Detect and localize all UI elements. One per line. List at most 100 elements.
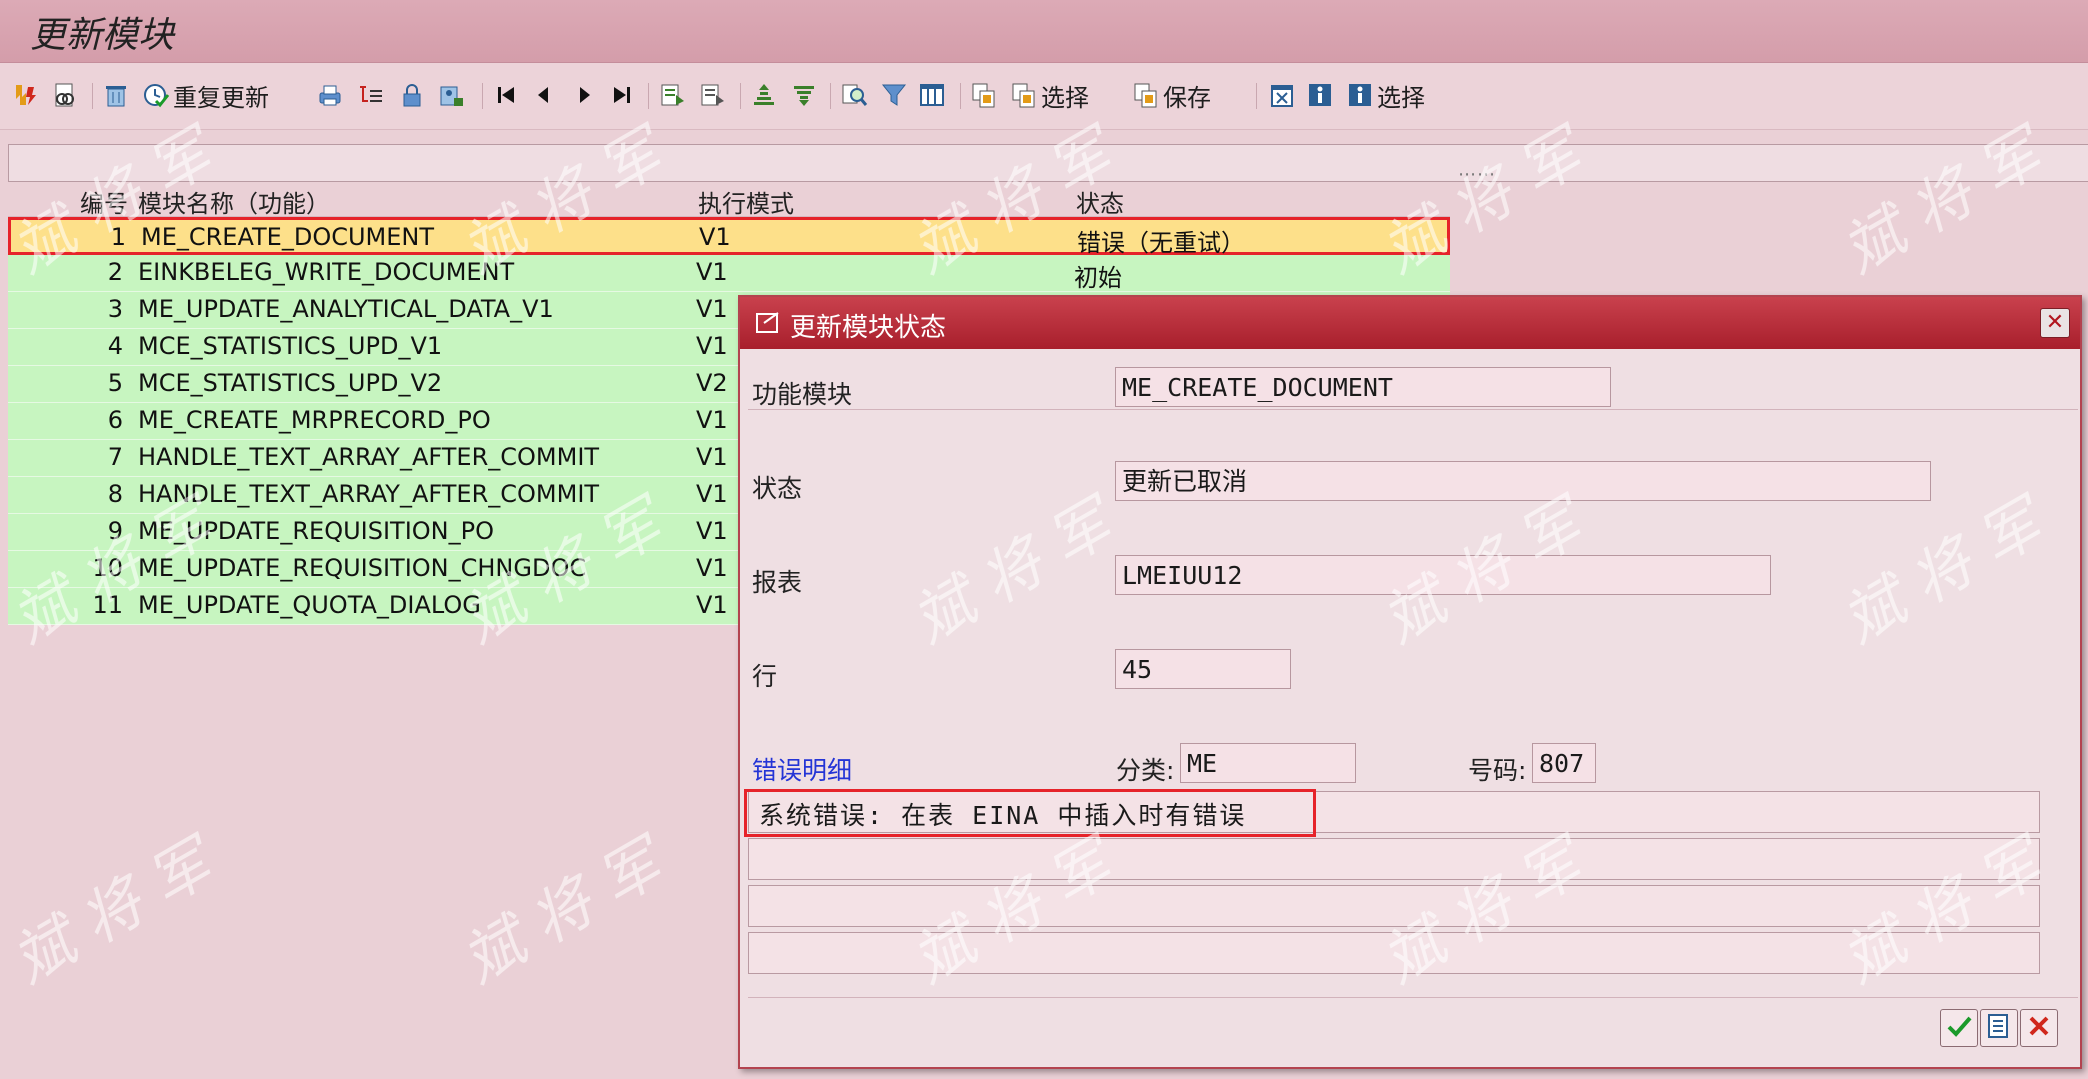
cell-module-name: ME_UPDATE_QUOTA_DIALOG — [138, 591, 481, 619]
last-page-icon — [608, 81, 636, 109]
highlight-box — [744, 789, 1316, 837]
cell-number: 4 — [107, 332, 123, 360]
error-message-line[interactable] — [748, 838, 2040, 880]
cell-number: 2 — [107, 258, 123, 286]
cell-number: 10 — [92, 554, 123, 582]
repeat-update-icon — [142, 81, 170, 109]
cell-module-name: ME_UPDATE_ANALYTICAL_DATA_V1 — [138, 295, 554, 323]
column-header-status[interactable]: 状态 — [1076, 184, 1124, 219]
status-label: 状态 — [752, 474, 803, 503]
hierarchy-icon — [356, 81, 384, 109]
cell-exec-mode: V1 — [699, 223, 731, 251]
cell-number: 11 — [92, 591, 123, 619]
select-layout-icon — [1010, 81, 1038, 109]
details-button[interactable] — [658, 77, 686, 113]
lock-button[interactable] — [398, 77, 426, 113]
repeat-update-button[interactable]: 重复更新 — [142, 77, 269, 113]
info-icon — [1306, 81, 1334, 109]
function-module-label: 功能模块 — [752, 380, 853, 409]
application-toolbar: 重复更新 选择 保存 选择 — [0, 63, 2088, 130]
checkmark-icon — [1944, 1011, 1974, 1045]
hierarchy-button[interactable] — [356, 77, 384, 113]
number-field[interactable]: 807 — [1532, 743, 1596, 783]
number-label: 号码: — [1468, 756, 1527, 785]
info-select-icon — [1346, 81, 1374, 109]
details2-icon — [698, 81, 726, 109]
next-page-button[interactable] — [570, 77, 598, 113]
class-field[interactable]: ME — [1180, 743, 1356, 783]
last-page-button[interactable] — [608, 77, 636, 113]
confirm-button[interactable] — [1940, 1009, 1978, 1047]
cell-module-name: ME_UPDATE_REQUISITION_CHNGDOC — [138, 554, 587, 582]
cell-status: 错误（无重试） — [1077, 229, 1245, 257]
find-button[interactable] — [840, 77, 868, 113]
cell-module-name: EINKBELEG_WRITE_DOCUMENT — [138, 258, 515, 286]
column-header-module-name[interactable]: 模块名称（功能） — [138, 184, 330, 219]
export-button[interactable] — [1268, 77, 1296, 113]
save-layout-label: 保存 — [1163, 83, 1211, 112]
info-button[interactable] — [1306, 77, 1334, 113]
cell-module-name: ME_CREATE_MRPRECORD_PO — [138, 406, 491, 434]
prev-page-button[interactable] — [530, 77, 558, 113]
error-detail-label: 错误明细 — [752, 756, 853, 785]
document-detail-icon — [1984, 1011, 2014, 1045]
sort-desc-button[interactable] — [790, 77, 818, 113]
delete-button[interactable] — [102, 77, 130, 113]
execute-button[interactable] — [12, 77, 40, 113]
class-label: 分类: — [1116, 756, 1175, 785]
report-field[interactable]: LMEIUU12 — [1115, 555, 1771, 595]
table-header: 编号 模块名称（功能） 执行模式 状态 — [8, 182, 1450, 219]
cell-number: 3 — [107, 295, 123, 323]
splitter-handle[interactable]: ⋯⋯ — [1458, 164, 1496, 185]
cell-number: 9 — [107, 517, 123, 545]
function-module-field[interactable]: ME_CREATE_DOCUMENT — [1115, 367, 1611, 407]
copy-icon — [970, 81, 998, 109]
sort-asc-icon — [750, 81, 778, 109]
delete-icon — [102, 81, 130, 109]
details-icon — [658, 81, 686, 109]
line-label: 行 — [752, 662, 778, 691]
dialog-title: 更新模块状态 — [790, 313, 947, 343]
layout-button[interactable] — [918, 77, 946, 113]
info-select-button[interactable]: 选择 — [1346, 77, 1425, 113]
sort-asc-button[interactable] — [750, 77, 778, 113]
status-field[interactable]: 更新已取消 — [1115, 461, 1931, 501]
cell-number: 6 — [107, 406, 123, 434]
select-layout-button[interactable]: 选择 — [1010, 77, 1089, 113]
user-lock-button[interactable] — [438, 77, 466, 113]
title-bar: 更新模块 — [0, 0, 2088, 63]
column-header-number[interactable]: 编号 — [80, 184, 128, 219]
cell-module-name: MCE_STATISTICS_UPD_V1 — [138, 332, 443, 360]
display-button[interactable] — [52, 77, 80, 113]
error-message-line[interactable] — [748, 885, 2040, 927]
report-label: 报表 — [752, 568, 803, 597]
details2-button[interactable] — [698, 77, 726, 113]
copy-layout-button[interactable] — [970, 77, 998, 113]
first-page-button[interactable] — [492, 77, 520, 113]
save-layout-button[interactable]: 保存 — [1132, 77, 1211, 113]
next-page-icon — [570, 81, 598, 109]
cell-module-name: MCE_STATISTICS_UPD_V2 — [138, 369, 443, 397]
dialog-title-bar[interactable]: 更新模块状态 ✕ — [740, 297, 2080, 349]
table-row[interactable]: 2 EINKBELEG_WRITE_DOCUMENT V1 初始 — [8, 255, 1450, 292]
filter-button[interactable] — [880, 77, 908, 113]
cancel-button[interactable] — [2020, 1009, 2058, 1047]
error-message-line[interactable] — [748, 932, 2040, 974]
table-row[interactable]: 1 ME_CREATE_DOCUMENT V1 错误（无重试） — [8, 217, 1450, 257]
export-icon — [1268, 81, 1296, 109]
cell-exec-mode: V1 — [696, 258, 728, 286]
line-field[interactable]: 45 — [1115, 649, 1291, 689]
close-icon[interactable]: ✕ — [2040, 308, 2070, 338]
detail-button[interactable] — [1980, 1009, 2018, 1047]
cell-module-name: HANDLE_TEXT_ARRAY_AFTER_COMMIT — [138, 443, 600, 471]
sort-desc-icon — [790, 81, 818, 109]
cell-number: 7 — [107, 443, 123, 471]
layout-icon — [918, 81, 946, 109]
find-icon — [840, 81, 868, 109]
info-select-label: 选择 — [1377, 83, 1425, 112]
column-header-exec-mode[interactable]: 执行模式 — [698, 184, 794, 219]
select-layout-label: 选择 — [1041, 83, 1089, 112]
print-button[interactable] — [316, 77, 344, 113]
cell-module-name: HANDLE_TEXT_ARRAY_AFTER_COMMIT — [138, 480, 600, 508]
cell-number: 1 — [110, 223, 126, 251]
